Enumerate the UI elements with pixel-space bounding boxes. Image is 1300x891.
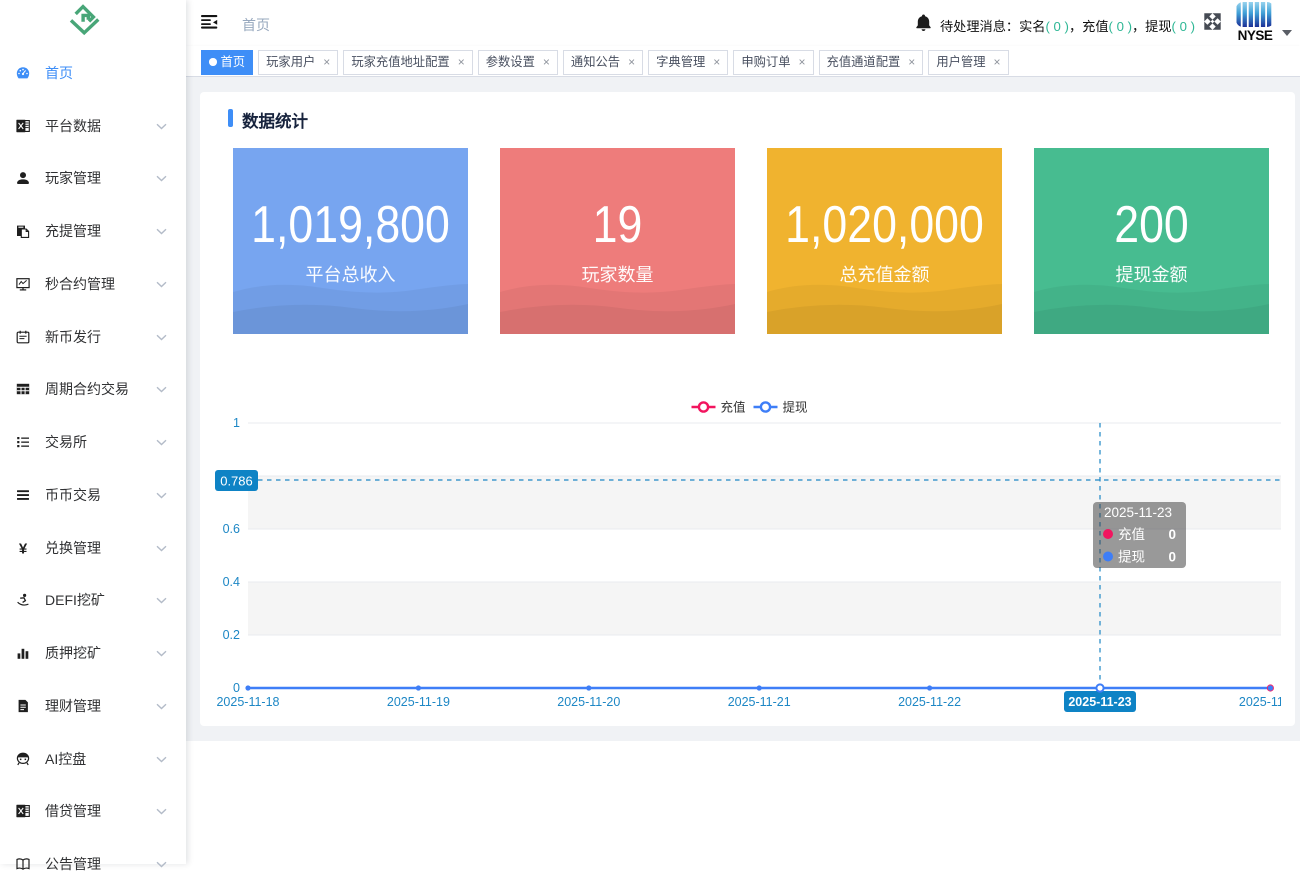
svg-text:0.4: 0.4 (223, 575, 240, 589)
svg-text:0.786: 0.786 (220, 474, 253, 489)
svg-text:¥: ¥ (19, 541, 28, 555)
svg-text:充值: 充值 (1118, 527, 1145, 542)
svg-text:0.6: 0.6 (223, 522, 240, 536)
svg-text:充值: 充值 (721, 400, 746, 415)
svg-text:2025-11-24: 2025-11-24 (1239, 695, 1281, 709)
svg-text:2025-11-19: 2025-11-19 (387, 695, 450, 709)
svg-text:2025-11-21: 2025-11-21 (728, 695, 791, 709)
svg-text:0: 0 (233, 681, 240, 695)
svg-text:2025-11-22: 2025-11-22 (898, 695, 961, 709)
svg-text:0: 0 (1168, 550, 1176, 565)
svg-text:2025-11-20: 2025-11-20 (557, 695, 620, 709)
svg-text:0.2: 0.2 (223, 628, 240, 642)
svg-text:1: 1 (233, 416, 240, 430)
svg-text:2025-11-23: 2025-11-23 (1068, 695, 1131, 709)
svg-text:0: 0 (1168, 527, 1176, 542)
svg-text:2025-11-18: 2025-11-18 (216, 695, 279, 709)
svg-text:2025-11-23: 2025-11-23 (1104, 505, 1172, 520)
svg-text:提现: 提现 (783, 400, 808, 415)
svg-text:提现: 提现 (1118, 550, 1145, 565)
